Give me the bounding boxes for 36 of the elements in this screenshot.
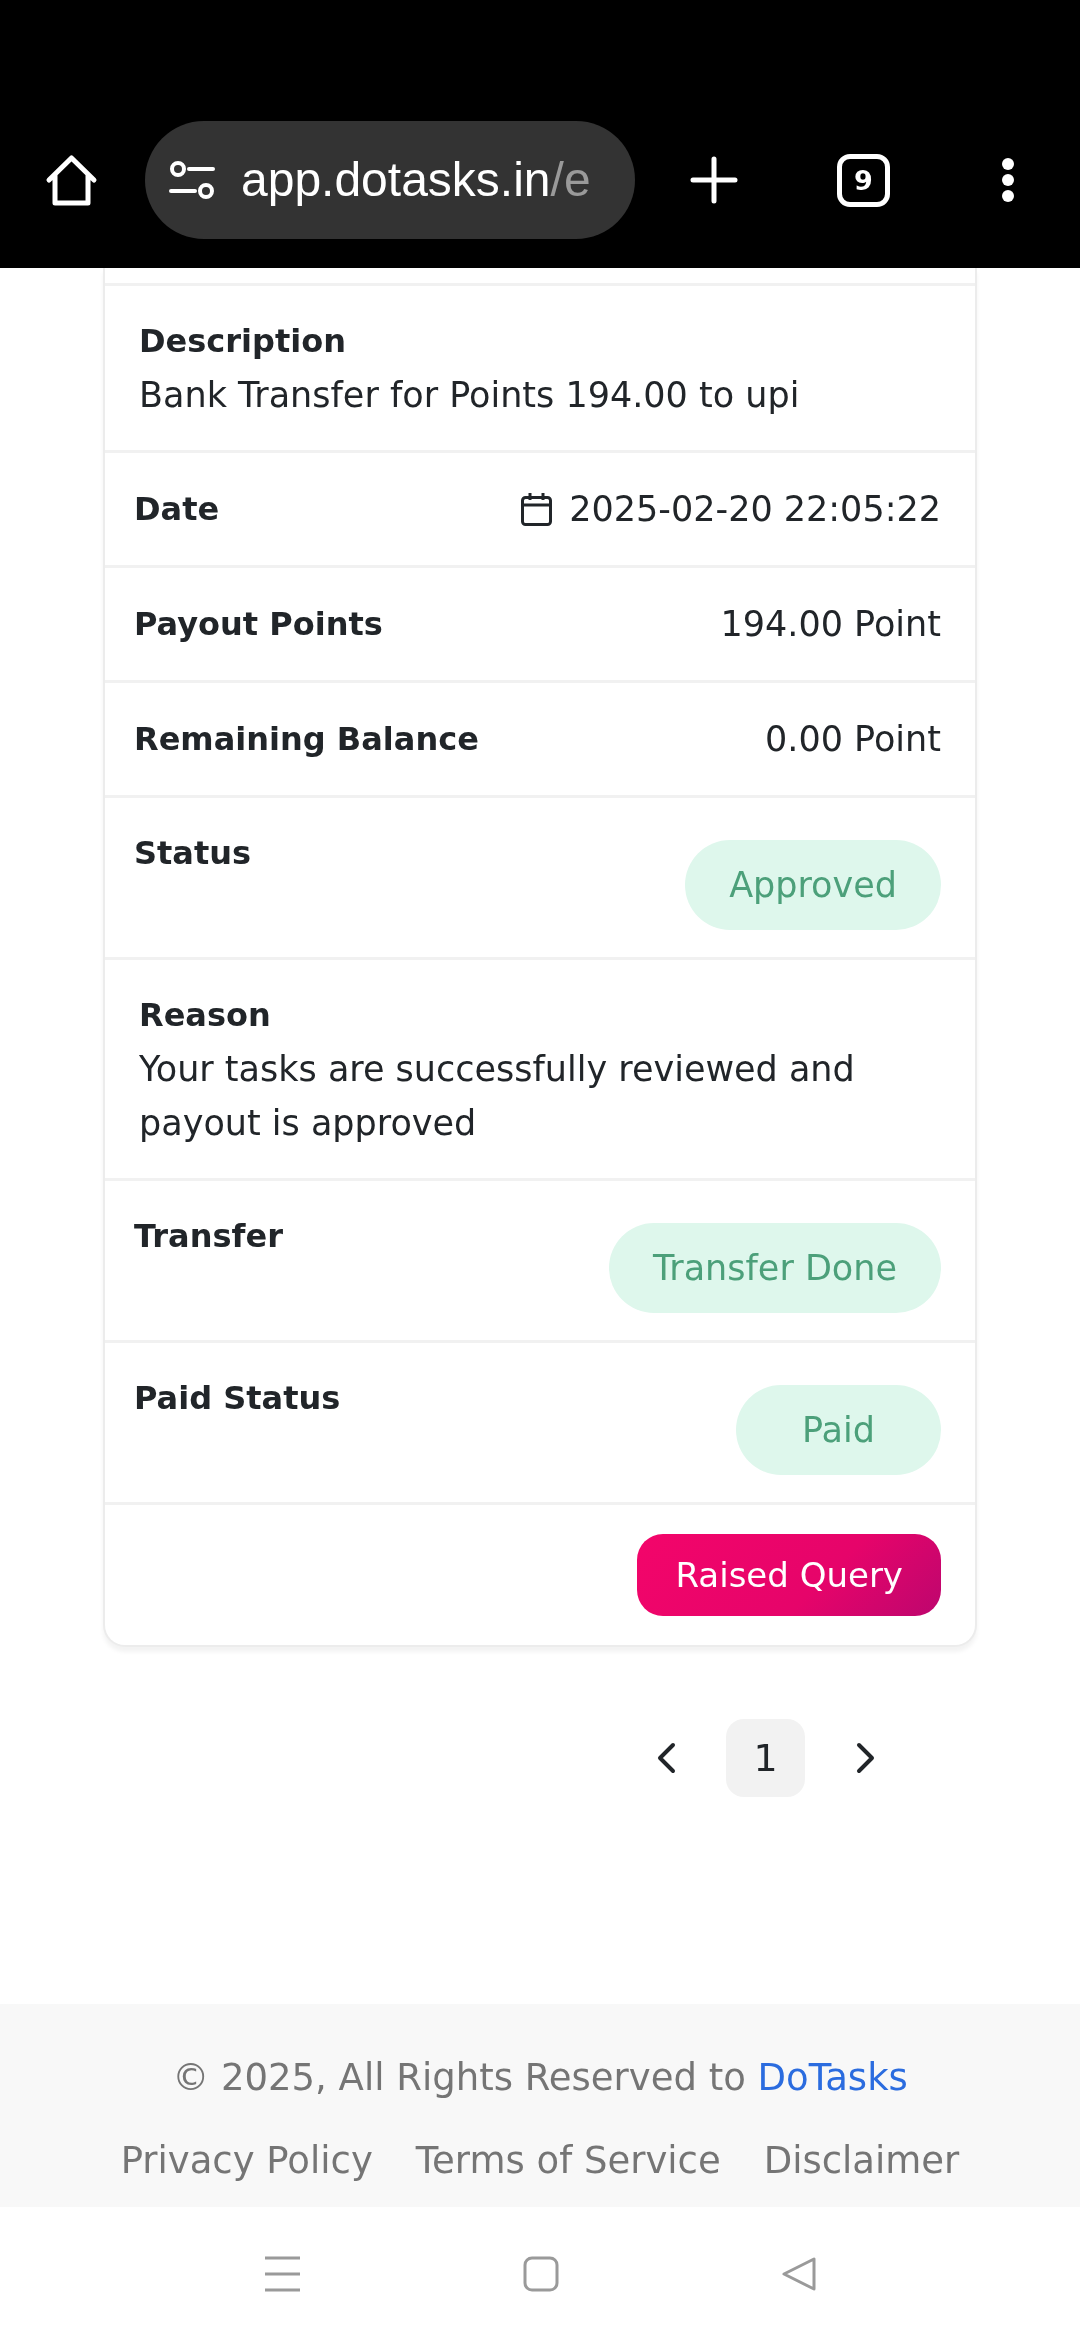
field-label: Paid Status	[134, 1378, 341, 1419]
status-badge: Transfer Done	[609, 1223, 941, 1313]
field-value: Your tasks are successfully reviewed and payout is approved	[139, 1048, 856, 1145]
field-label: Description	[139, 321, 347, 362]
plus-icon[interactable]	[690, 156, 738, 204]
more-options-icon[interactable]	[1001, 157, 1015, 203]
menu-icon[interactable]	[263, 2255, 301, 2292]
footer-link[interactable]: Terms of Service	[415, 2134, 721, 2188]
field-label: Payout Points	[134, 604, 383, 645]
square-icon[interactable]	[522, 2255, 559, 2292]
field-value: Bank Transfer for Points 194.00 to upi	[139, 374, 801, 417]
copyright-text: © 2025, All Rights Reserved to DoTasks	[171, 2055, 909, 2101]
raised-query-button[interactable]: Raised Query	[637, 1534, 941, 1616]
field-label: Remaining Balance	[134, 719, 479, 760]
footer-link[interactable]: Privacy Policy	[120, 2134, 373, 2188]
address-bar[interactable]: app.dotasks.in/e	[145, 121, 635, 239]
tab-switcher-button[interactable]: 9	[837, 153, 890, 207]
back-icon[interactable]	[780, 2255, 817, 2292]
page-button[interactable]: 1	[726, 1719, 805, 1797]
sliders-icon[interactable]	[169, 160, 215, 200]
field-label: Transfer	[134, 1216, 283, 1257]
brand-link[interactable]: DoTasks	[757, 2056, 908, 2099]
calendar-icon	[521, 492, 553, 526]
home-icon[interactable]	[45, 153, 98, 207]
footer-link[interactable]: Disclaimer	[763, 2134, 960, 2188]
status-badge: Approved	[685, 840, 941, 930]
field-value: 194.00 Point	[720, 603, 941, 646]
chevron-right-icon[interactable]	[855, 1742, 876, 1774]
url-text: app.dotasks.in/e	[241, 156, 591, 204]
chevron-left-icon[interactable]	[655, 1742, 676, 1774]
date-value: 2025-02-20 22:05:22	[569, 488, 941, 531]
field-label: Date	[134, 489, 220, 530]
field-value: 0.00 Point	[765, 718, 941, 761]
field-label: Reason	[139, 995, 272, 1036]
field-label: Status	[134, 833, 252, 874]
status-badge: Paid	[736, 1385, 941, 1475]
